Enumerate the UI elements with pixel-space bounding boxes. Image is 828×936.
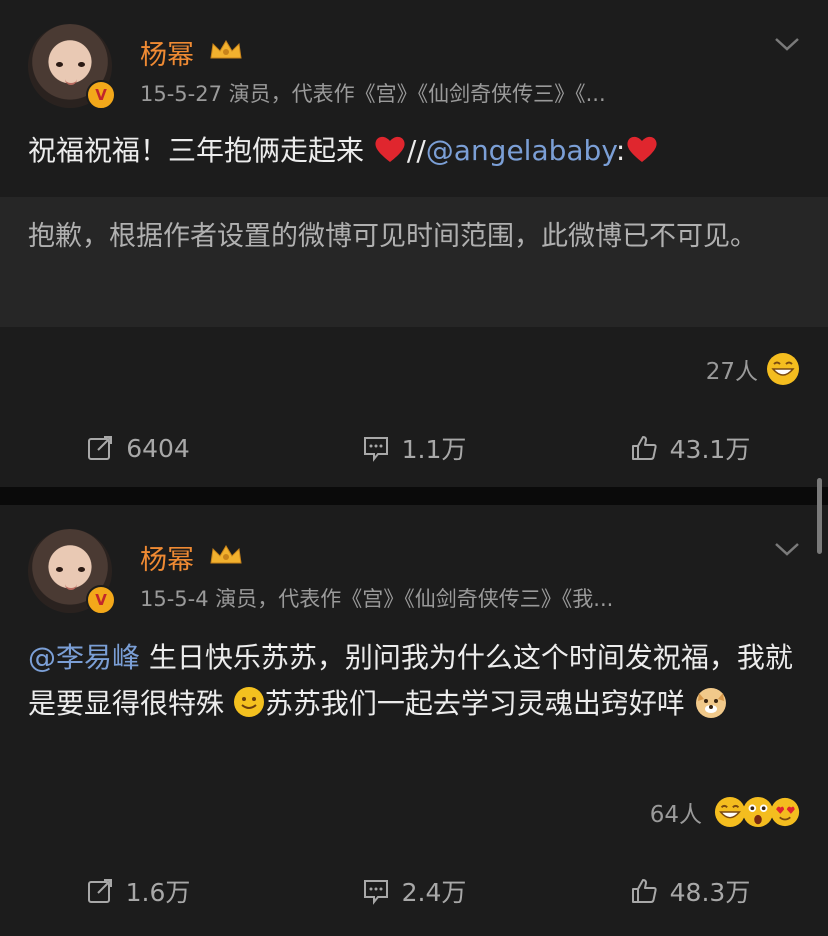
mention-link[interactable]: @angelababy — [426, 134, 616, 167]
heart-emoji — [375, 136, 405, 162]
comment-button[interactable]: 2.4万 — [276, 861, 552, 921]
verified-badge-icon: V — [86, 585, 116, 615]
avatar[interactable]: V — [28, 529, 116, 615]
crown-icon — [210, 545, 242, 564]
post-meta: 15-5-27 演员，代表作《宫》《仙剑奇侠传三》《... — [140, 82, 606, 106]
reaction-summary[interactable]: 64人 — [650, 795, 800, 829]
repost-button[interactable]: 6404 — [0, 418, 276, 478]
comment-icon — [363, 437, 388, 462]
verified-badge-icon: V — [86, 80, 116, 110]
post-text: @李易峰 生日快乐苏苏，别问我为什么这个时间发祝福，我就是要显得很特殊 苏苏我们… — [28, 641, 793, 720]
chevron-down-icon[interactable] — [774, 541, 800, 557]
comment-button[interactable]: 1.1万 — [276, 418, 552, 478]
post-meta: 15-5-4 演员，代表作《宫》《仙剑奇侠传三》《我... — [140, 587, 614, 611]
heart-emoji — [627, 136, 657, 162]
action-bar: 6404 1.1万 43.1万 — [0, 418, 828, 478]
quoted-post-text: 抱歉，根据作者设置的微博可见时间范围，此微博已不可见。 — [28, 221, 757, 252]
crown-icon — [210, 40, 242, 59]
like-icon — [631, 879, 657, 903]
comment-icon — [363, 880, 388, 905]
scrollbar[interactable] — [817, 478, 822, 554]
weibo-post[interactable]: V 杨幂 15-5-4 演员，代表作《宫》《仙剑奇侠传三》《我... @李易峰 … — [0, 505, 828, 936]
avatar[interactable]: V — [28, 24, 116, 110]
weibo-post[interactable]: V 杨幂 15-5-27 演员，代表作《宫》《仙剑奇侠传三》《... 祝福祝福！… — [0, 0, 828, 487]
love-emoji — [770, 797, 800, 827]
doge-emoji — [695, 688, 726, 718]
quoted-post[interactable]: 抱歉，根据作者设置的微博可见时间范围，此微博已不可见。 — [0, 197, 828, 327]
like-button[interactable]: 43.1万 — [552, 418, 828, 478]
chevron-down-icon[interactable] — [774, 36, 800, 52]
reaction-summary[interactable]: 27人 — [706, 352, 800, 386]
username[interactable]: 杨幂 — [140, 33, 194, 72]
username[interactable]: 杨幂 — [140, 538, 194, 577]
like-button[interactable]: 48.3万 — [552, 861, 828, 921]
mention-link[interactable]: @李易峰 — [28, 641, 140, 674]
action-bar: 1.6万 2.4万 48.3万 — [0, 861, 828, 921]
repost-button[interactable]: 1.6万 — [0, 861, 276, 921]
repost-icon — [87, 879, 112, 903]
like-icon — [631, 436, 657, 460]
repost-icon — [88, 436, 113, 460]
post-text: 祝福祝福！三年抱俩走起来 //@angelababy: — [28, 128, 803, 173]
smile-emoji — [233, 687, 264, 717]
grin-emoji — [767, 353, 799, 385]
